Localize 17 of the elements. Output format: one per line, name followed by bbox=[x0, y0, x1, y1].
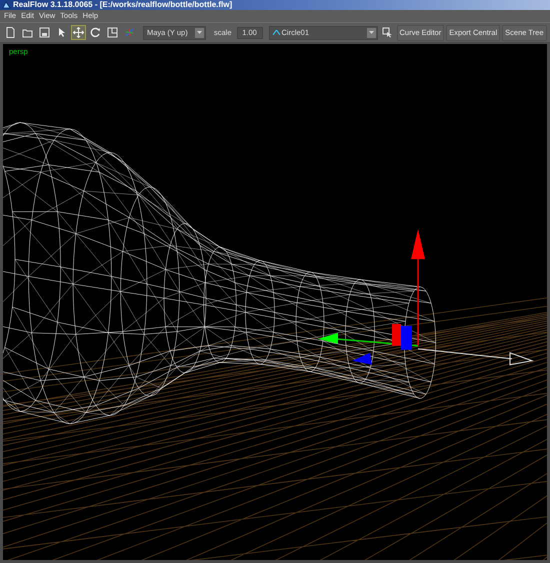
rotate-tool-button[interactable] bbox=[88, 25, 103, 40]
save-icon bbox=[39, 27, 50, 38]
save-tool-button[interactable] bbox=[37, 25, 52, 40]
window-title: RealFlow 3.1.18.0065 - [E:/works/realflow/bottle/bottle.flw] bbox=[13, 0, 232, 10]
scale-tool-button[interactable] bbox=[105, 25, 120, 40]
axes-icon bbox=[124, 27, 135, 38]
rotate-icon bbox=[90, 27, 101, 38]
curve-icon bbox=[272, 30, 280, 35]
move-icon bbox=[73, 27, 84, 38]
scale-icon bbox=[107, 27, 118, 38]
new-icon bbox=[5, 27, 16, 38]
select-icon bbox=[56, 27, 67, 38]
caret-icon bbox=[197, 31, 202, 34]
caret-icon bbox=[368, 31, 374, 34]
open-icon bbox=[22, 27, 33, 38]
pick-icon bbox=[382, 27, 393, 38]
move-tool-button[interactable] bbox=[71, 25, 86, 40]
